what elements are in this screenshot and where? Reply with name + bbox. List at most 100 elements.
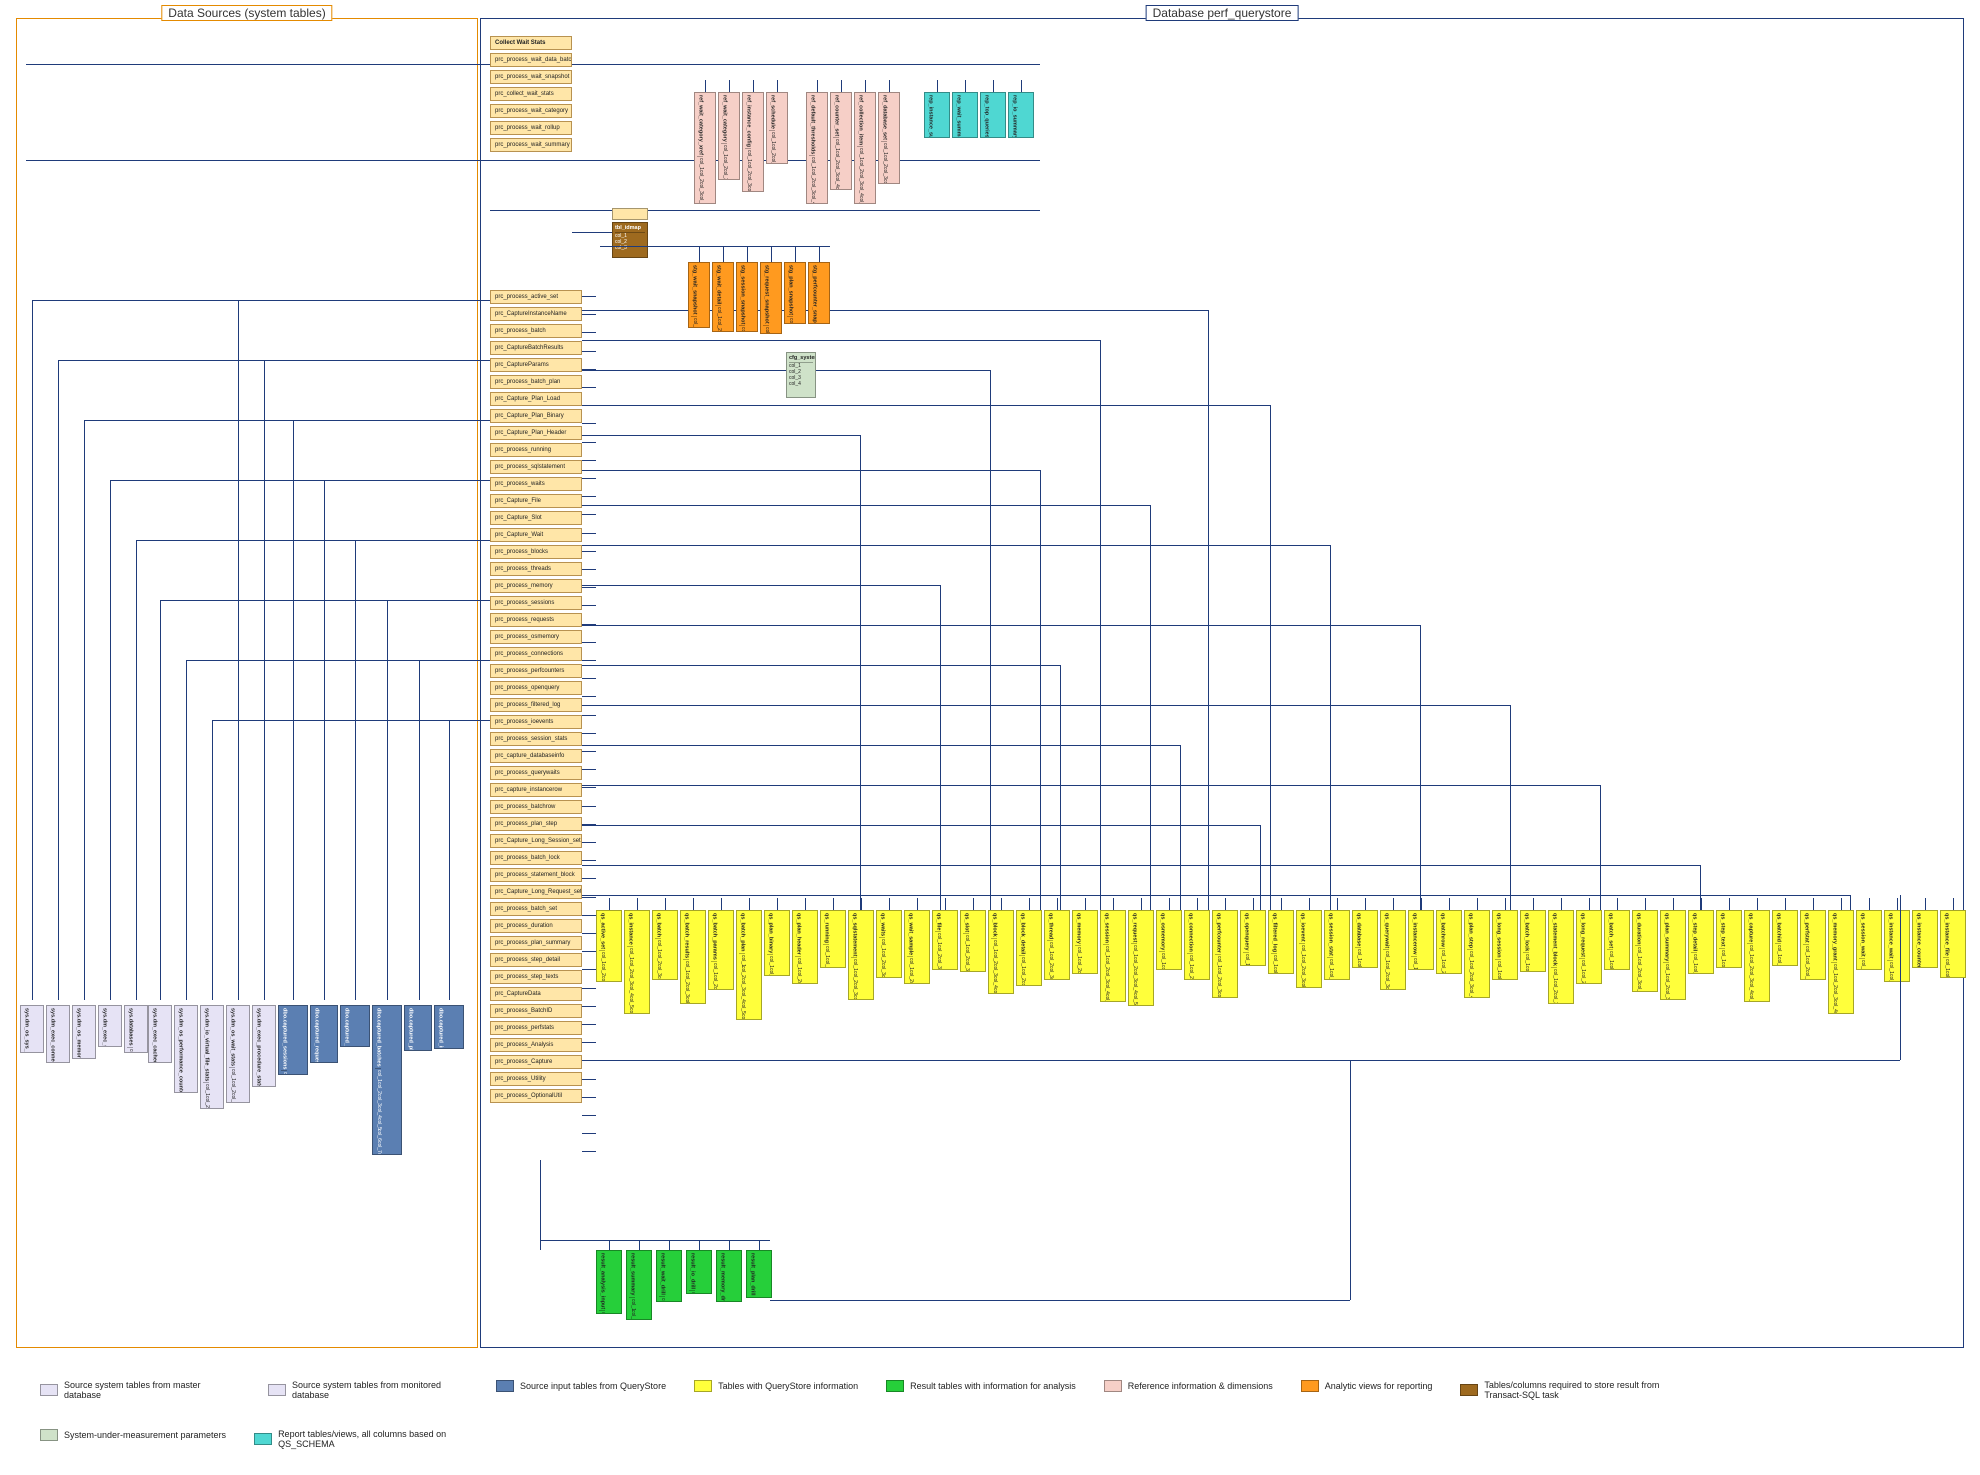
edge — [1197, 898, 1198, 910]
table-header: qs_long_request — [1579, 913, 1585, 959]
table-column: col_3 — [1803, 970, 1809, 980]
edge — [759, 1240, 760, 1250]
table-column: col_2 — [229, 1081, 235, 1093]
edge — [387, 600, 388, 1000]
result-table: result_summarycol_1col_2col_3col_4col_5c… — [626, 1250, 652, 1320]
table-column: col_6 — [375, 1129, 381, 1141]
table-column: col_2 — [1299, 957, 1305, 969]
table-column: col_2 — [1215, 968, 1221, 980]
legend-label: Tables/columns required to store result … — [1484, 1380, 1660, 1401]
edge — [582, 665, 1060, 666]
proc-item: prc_Capture_Plan_Header — [490, 426, 582, 440]
table-header: tbl_idmap — [615, 225, 645, 233]
edge — [1841, 898, 1842, 910]
table-header: qs_step_detail — [1691, 913, 1697, 953]
legend-item: Result tables with information for analy… — [886, 1380, 1076, 1392]
proc-item: prc_process_sessions — [490, 596, 582, 610]
table-column: col_7 — [375, 1141, 381, 1153]
legend-swatch — [40, 1384, 58, 1396]
table-column: col_1 — [767, 956, 773, 968]
edge — [1040, 470, 1041, 910]
edge — [771, 246, 772, 262]
edge — [387, 600, 490, 601]
table-column: col_2 — [1775, 957, 1781, 966]
proc-item: prc_Capture_Long_Request_set — [490, 885, 582, 899]
table-header: qs_connection — [1187, 913, 1193, 954]
table-header: ref_instance_config — [745, 95, 751, 149]
staging-table: stg_perfcounter_snapshotcol_1col_2col_3c… — [808, 262, 830, 324]
table-column: col_4 — [627, 984, 633, 996]
edge — [582, 933, 596, 934]
table-column: col_2 — [599, 964, 605, 976]
table-column: col_4 — [857, 184, 863, 196]
legend-swatch — [496, 1380, 514, 1392]
edge — [582, 825, 1260, 826]
source-table-blue: dbo.captured_plans_binarycol_1col_2col_3 — [404, 1005, 432, 1051]
legend-item: Tables/columns required to store result … — [1460, 1380, 1660, 1401]
edge — [582, 585, 940, 586]
table-column: col_5 — [1747, 993, 1753, 1002]
edge — [582, 405, 1270, 406]
qs-table: qs_blockcol_1col_2col_3col_4col_5col_6co… — [988, 910, 1014, 994]
proc-item: prc_process_Utility — [490, 1072, 582, 1086]
edge — [582, 332, 596, 333]
table-header: dbo.captured_batches — [375, 1008, 381, 1069]
table-column: col_3 — [1075, 971, 1081, 974]
table-header: sys.dm_exec_cached_plans — [151, 1008, 157, 1063]
table-header: ref_wait_category — [721, 95, 727, 144]
table-column: col_3 — [1187, 979, 1193, 980]
edge — [540, 1160, 541, 1250]
proc-item: prc_process_querywaits — [490, 766, 582, 780]
table-header: qs_instance_counter — [1915, 913, 1921, 968]
edge — [937, 80, 938, 92]
table-column: col_4 — [809, 193, 815, 204]
table-column: col_2 — [1607, 963, 1613, 970]
table-column: col_1 — [963, 935, 969, 947]
table-column: col_6 — [627, 1008, 633, 1014]
table-header: qs_batch_plan — [739, 913, 745, 954]
table-column: col_2 — [1019, 969, 1025, 981]
table-header: dbo.captured_plans_binary — [407, 1008, 413, 1051]
ref-table: ref_instance_configcol_1col_2col_3col_4c… — [742, 92, 764, 192]
table-header: qs_batchid — [1775, 913, 1781, 944]
qs-table: qs_batchcol_1col_2col_3col_4col_5col_6 — [652, 910, 678, 980]
table-column: col_5 — [833, 187, 839, 190]
edge — [777, 898, 778, 910]
edge — [582, 605, 596, 606]
edge — [1729, 898, 1730, 910]
table-header: qs_filtered_log — [1271, 913, 1277, 954]
proc-item: prc_process_running — [490, 443, 582, 457]
table-header: qs_instancerow — [1411, 913, 1417, 957]
proc-item: prc_process_Analysis — [490, 1038, 582, 1052]
source-table-blue: dbo.captured_requestscol_1col_2col_3col_… — [310, 1005, 338, 1063]
edge — [1561, 898, 1562, 910]
result-table: result_io_drillcol_1col_2col_3 — [686, 1250, 712, 1294]
table-column: col_1 — [1691, 954, 1697, 966]
table-header: sys.dm_exec_connections — [49, 1008, 55, 1063]
table-header: rep_instance_summary — [927, 95, 933, 138]
qs-table: qs_perfcountercol_1col_2col_3col_4col_5c… — [1212, 910, 1238, 998]
table-header: qs_batch_lock — [1523, 913, 1529, 953]
edge — [582, 969, 596, 970]
source-table: sys.dm_os_memory_clerkscol_1col_2col_3co… — [72, 1005, 96, 1059]
proc-item: prc_process_step_detail — [490, 953, 582, 967]
edge — [582, 1079, 596, 1080]
table-column: col_1 — [1467, 951, 1473, 963]
table-column: col_4 — [739, 990, 745, 1002]
edge — [1850, 895, 1851, 910]
report-table: rep_wait_summarycol_1col_2col_3 — [952, 92, 978, 138]
table-header: ref_wait_category_xref — [697, 95, 703, 157]
edge — [1309, 898, 1310, 910]
table-column: col_1 — [1075, 947, 1081, 959]
table-column: col_1 — [711, 963, 717, 975]
table-column: col_1 — [1271, 955, 1277, 967]
table-header: qs_plan_header — [795, 913, 801, 957]
ref-table: ref_default_thresholdscol_1col_2col_3col… — [806, 92, 828, 204]
legend-label: Source system tables from monitored data… — [292, 1380, 468, 1401]
edge — [582, 351, 596, 352]
staging-table: stg_request_snapshotcol_1col_2col_3col_4… — [760, 262, 782, 334]
table-column: col_2 — [1103, 958, 1109, 970]
table-column: col_4 — [1467, 987, 1473, 998]
edge — [795, 246, 796, 262]
edge — [582, 860, 596, 861]
